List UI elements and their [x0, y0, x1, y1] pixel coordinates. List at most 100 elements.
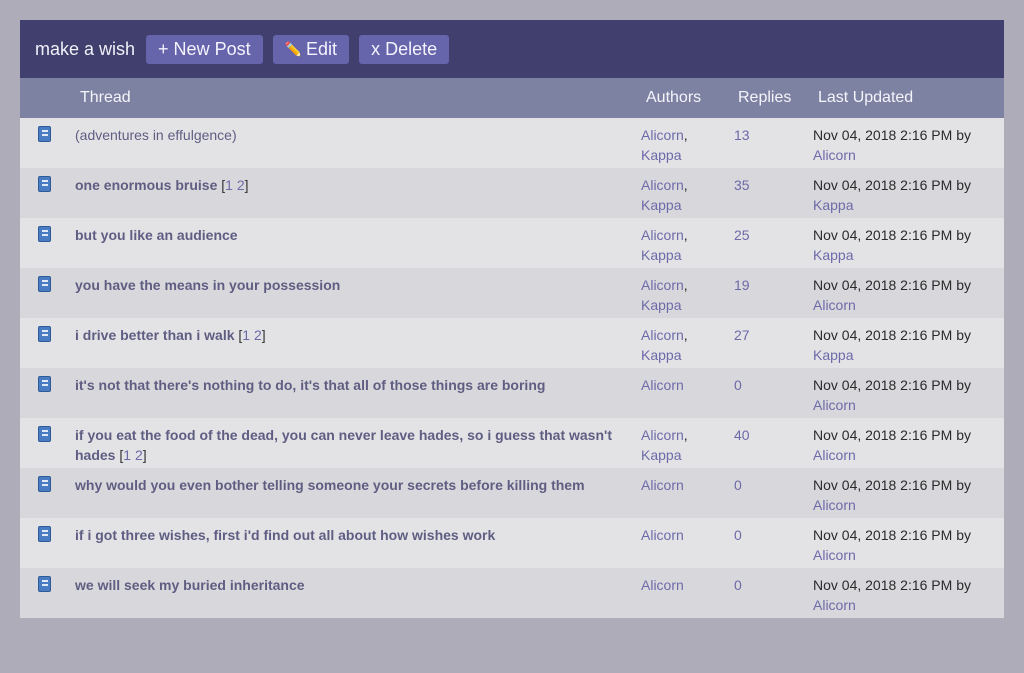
thread-title-link[interactable]: one enormous bruise — [75, 177, 217, 193]
page-links: [1 2] — [221, 177, 249, 193]
thread-replies[interactable]: 0 — [734, 375, 742, 395]
thread-replies[interactable]: 40 — [734, 425, 750, 445]
new-post-button[interactable]: + New Post — [146, 34, 263, 64]
updated-by-link[interactable]: Alicorn — [813, 397, 856, 413]
thread-row: if i got three wishes, first i'd find ou… — [20, 518, 1004, 568]
table-header: Thread Authors Replies Last Updated — [20, 78, 1004, 118]
thread-title-link[interactable]: if i got three wishes, first i'd find ou… — [75, 527, 495, 543]
page-link[interactable]: 2 — [135, 447, 143, 463]
author-link[interactable]: Kappa — [641, 347, 681, 363]
updated-date: Nov 04, 2018 2:16 PM by — [813, 477, 971, 493]
thread-last-updated: Nov 04, 2018 2:16 PM by Kappa — [813, 175, 1003, 215]
thread-title-cell: one enormous bruise [1 2] — [75, 175, 625, 195]
thread-title-cell: you have the means in your possession — [75, 275, 625, 295]
thread-last-updated: Nov 04, 2018 2:16 PM by Alicorn — [813, 575, 1003, 615]
page-link[interactable]: 1 — [225, 177, 233, 193]
thread-title-link[interactable]: we will seek my buried inheritance — [75, 577, 305, 593]
thread-title-cell: if i got three wishes, first i'd find ou… — [75, 525, 625, 545]
thread-authors: Alicorn, Kappa — [641, 327, 688, 363]
book-icon — [38, 326, 51, 342]
updated-by-link[interactable]: Kappa — [813, 347, 853, 363]
thread-row: i drive better than i walk [1 2] Alicorn,… — [20, 318, 1004, 368]
updated-by-link[interactable]: Alicorn — [813, 497, 856, 513]
updated-date: Nov 04, 2018 2:16 PM by — [813, 527, 971, 543]
thread-row: you have the means in your possession Ali… — [20, 268, 1004, 318]
author-link[interactable]: Alicorn — [641, 327, 684, 343]
thread-last-updated: Nov 04, 2018 2:16 PM by Alicorn — [813, 125, 1003, 165]
updated-by-link[interactable]: Alicorn — [813, 147, 856, 163]
author-link[interactable]: Alicorn — [641, 177, 684, 193]
author-link[interactable]: Alicorn — [641, 427, 684, 443]
author-link[interactable]: Alicorn — [641, 527, 684, 543]
updated-by-link[interactable]: Alicorn — [813, 447, 856, 463]
author-link[interactable]: Alicorn — [641, 377, 684, 393]
author-link[interactable]: Alicorn — [641, 127, 684, 143]
author-link[interactable]: Kappa — [641, 197, 681, 213]
thread-list: (adventures in effulgence) Alicorn, Kappa… — [20, 118, 1004, 618]
thread-authors: Alicorn, Kappa — [641, 227, 688, 263]
thread-replies[interactable]: 0 — [734, 525, 742, 545]
thread-title-cell: why would you even bother telling someon… — [75, 475, 625, 495]
edit-button[interactable]: ✏️ Edit — [272, 34, 350, 64]
updated-date: Nov 04, 2018 2:16 PM by — [813, 277, 971, 293]
thread-title-link[interactable]: i drive better than i walk — [75, 327, 235, 343]
updated-by-link[interactable]: Alicorn — [813, 597, 856, 613]
page-link[interactable]: 1 — [123, 447, 131, 463]
book-icon — [38, 376, 51, 392]
thread-replies[interactable]: 13 — [734, 125, 750, 145]
thread-authors: Alicorn — [641, 525, 711, 545]
page-link[interactable]: 2 — [254, 327, 262, 343]
thread-title-link[interactable]: why would you even bother telling someon… — [75, 477, 585, 493]
author-link[interactable]: Kappa — [641, 297, 681, 313]
book-icon — [38, 576, 51, 592]
updated-by-link[interactable]: Kappa — [813, 247, 853, 263]
delete-button[interactable]: x Delete — [359, 34, 450, 64]
thread-title-cell: i drive better than i walk [1 2] — [75, 325, 625, 345]
thread-title-cell: it's not that there's nothing to do, it'… — [75, 375, 625, 395]
thread-replies[interactable]: 19 — [734, 275, 750, 295]
thread-title-link[interactable]: but you like an audience — [75, 227, 238, 243]
author-link[interactable]: Kappa — [641, 247, 681, 263]
pencil-icon: ✏️ — [284, 40, 303, 57]
book-icon — [38, 176, 51, 192]
thread-title-link[interactable]: it's not that there's nothing to do, it'… — [75, 377, 545, 393]
thread-replies[interactable]: 27 — [734, 325, 750, 345]
thread-row: but you like an audience Alicorn, Kappa 25… — [20, 218, 1004, 268]
thread-title-cell: but you like an audience — [75, 225, 625, 245]
thread-last-updated: Nov 04, 2018 2:16 PM by Kappa — [813, 225, 1003, 265]
thread-replies[interactable]: 0 — [734, 575, 742, 595]
book-icon — [38, 276, 51, 292]
thread-title-link[interactable]: if you eat the food of the dead, you can… — [75, 427, 612, 463]
thread-last-updated: Nov 04, 2018 2:16 PM by Alicorn — [813, 275, 1003, 315]
thread-row: (adventures in effulgence) Alicorn, Kappa… — [20, 118, 1004, 168]
author-link[interactable]: Alicorn — [641, 477, 684, 493]
book-icon — [38, 526, 51, 542]
edit-label: Edit — [306, 38, 338, 59]
column-authors: Authors — [646, 89, 702, 106]
author-link[interactable]: Kappa — [641, 447, 681, 463]
author-link[interactable]: Alicorn — [641, 277, 684, 293]
page-link[interactable]: 1 — [242, 327, 250, 343]
thread-authors: Alicorn, Kappa — [641, 427, 688, 463]
author-link[interactable]: Alicorn — [641, 577, 684, 593]
page-link[interactable]: 2 — [237, 177, 245, 193]
author-link[interactable]: Kappa — [641, 147, 681, 163]
author-link[interactable]: Alicorn — [641, 227, 684, 243]
thread-replies[interactable]: 0 — [734, 475, 742, 495]
thread-last-updated: Nov 04, 2018 2:16 PM by Alicorn — [813, 425, 1003, 465]
thread-replies[interactable]: 25 — [734, 225, 750, 245]
thread-authors: Alicorn, Kappa — [641, 127, 688, 163]
book-icon — [38, 226, 51, 242]
book-icon — [38, 126, 51, 142]
thread-title-link[interactable]: you have the means in your possession — [75, 277, 340, 293]
new-post-label: + New Post — [158, 38, 251, 59]
updated-by-link[interactable]: Alicorn — [813, 547, 856, 563]
thread-authors: Alicorn — [641, 575, 711, 595]
board-header: make a wish + New Post ✏️ Edit x Delete — [20, 20, 1004, 78]
updated-by-link[interactable]: Kappa — [813, 197, 853, 213]
thread-title-cell: if you eat the food of the dead, you can… — [75, 425, 625, 465]
thread-row: if you eat the food of the dead, you can… — [20, 418, 1004, 468]
updated-by-link[interactable]: Alicorn — [813, 297, 856, 313]
thread-replies[interactable]: 35 — [734, 175, 750, 195]
thread-title-link[interactable]: (adventures in effulgence) — [75, 127, 237, 143]
